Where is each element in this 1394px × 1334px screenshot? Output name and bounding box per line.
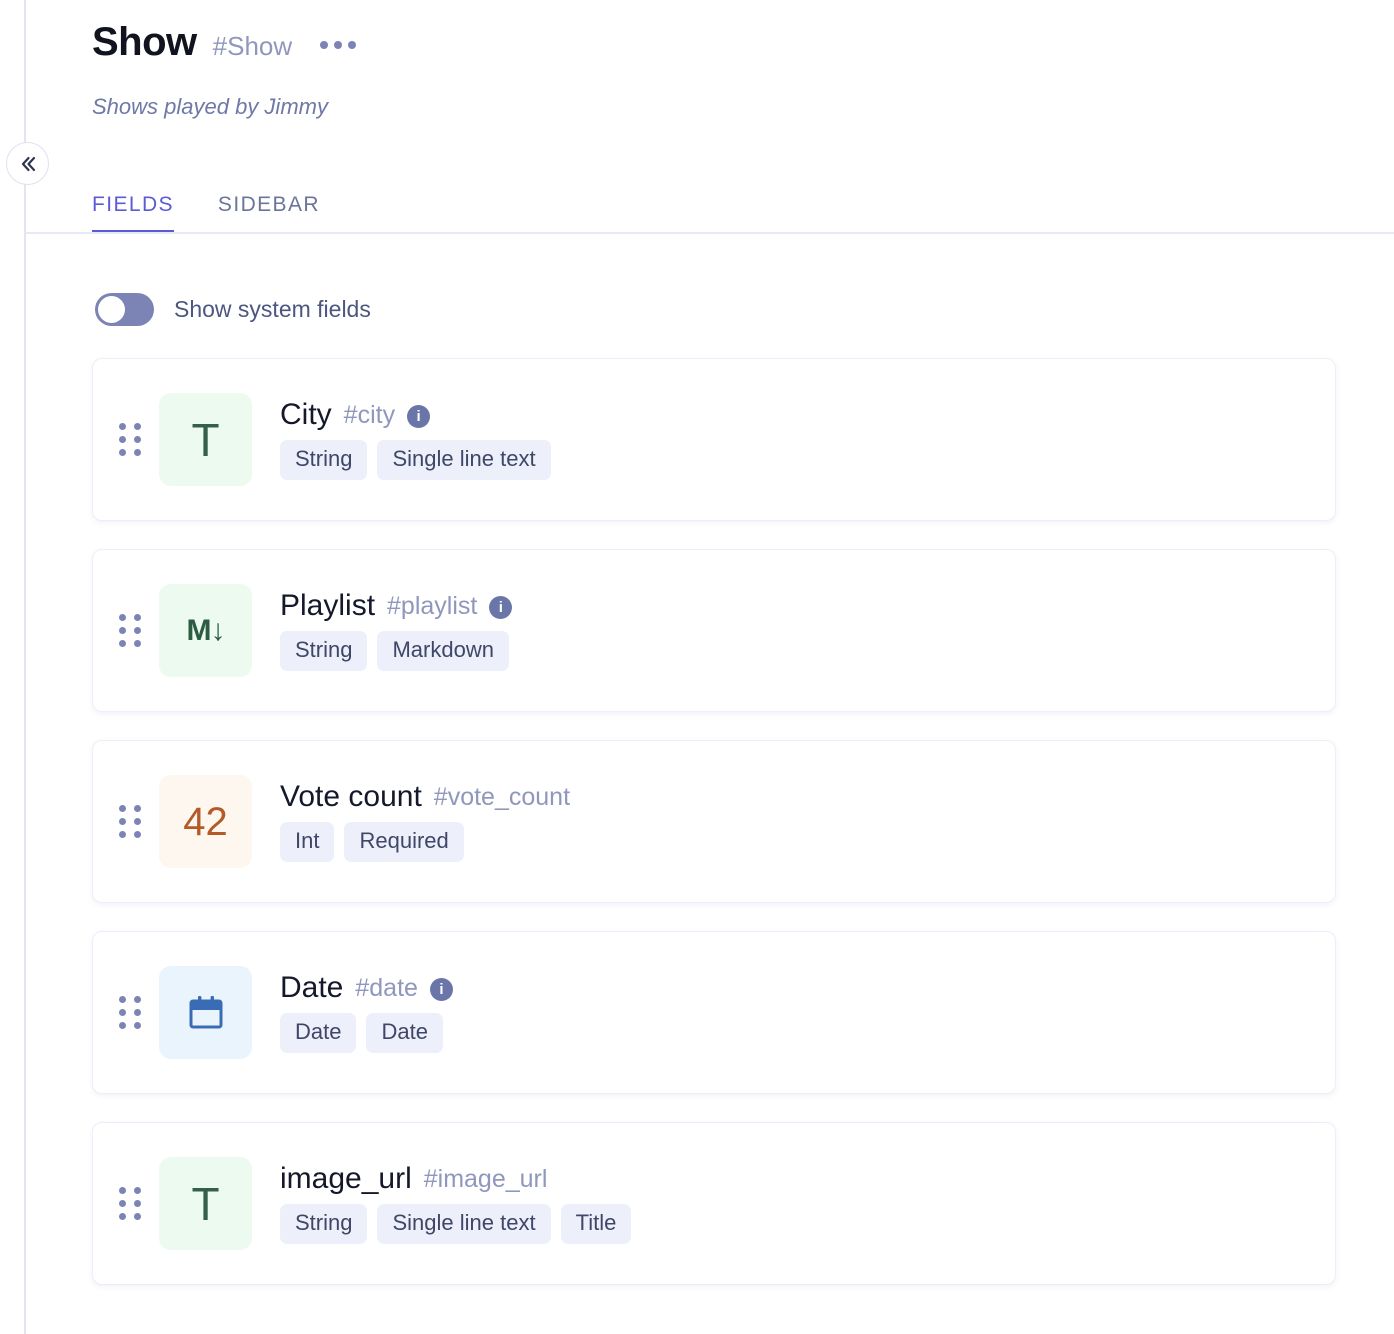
drag-handle[interactable] [113,805,147,838]
field-chips: String Single line text Title [280,1204,631,1244]
field-chip: Int [280,822,334,862]
field-name-row: Date #date i [280,972,453,1004]
field-chips: String Markdown [280,631,512,671]
drag-handle[interactable] [113,614,147,647]
show-system-fields-row: Show system fields [95,293,371,326]
more-options-button[interactable] [320,41,356,49]
field-name-row: Vote count #vote_count [280,781,570,813]
field-body: image_url #image_url String Single line … [280,1163,631,1244]
tile-glyph: M↓ [187,616,225,646]
field-slug: #city [344,402,395,428]
drag-handle[interactable] [113,1187,147,1220]
field-card-date[interactable]: Date #date i Date Date [92,931,1336,1094]
field-card-image-url[interactable]: T image_url #image_url String Single lin… [92,1122,1336,1285]
drag-handle-icon [119,423,141,456]
field-name-row: image_url #image_url [280,1163,631,1195]
field-body: Vote count #vote_count Int Required [280,781,570,862]
field-chip: Single line text [377,1204,550,1244]
field-chip: Required [344,822,463,862]
field-name-row: Playlist #playlist i [280,590,512,622]
field-chip: Single line text [377,440,550,480]
field-name: Playlist [280,590,375,622]
field-chips: Int Required [280,822,570,862]
drag-handle-icon [119,805,141,838]
panel-divider [24,0,26,1334]
tab-sidebar[interactable]: SIDEBAR [218,193,320,234]
tile-glyph: 42 [183,802,228,842]
text-glyph-icon: T [159,393,252,486]
calendar-icon [159,966,252,1059]
title-row: Show #Show [92,0,1394,78]
field-name: Vote count [280,781,422,813]
page-slug: #Show [213,33,293,59]
drag-handle-icon [119,1187,141,1220]
field-body: Playlist #playlist i String Markdown [280,590,512,671]
info-icon[interactable]: i [430,978,453,1001]
field-slug: #vote_count [434,784,570,810]
field-chip: Markdown [377,631,508,671]
field-chip: Date [366,1013,442,1053]
drag-handle-icon [119,614,141,647]
dot-1 [320,41,328,49]
dot-2 [334,41,342,49]
field-name: Date [280,972,343,1004]
info-icon[interactable]: i [407,405,430,428]
drag-handle[interactable] [113,996,147,1029]
field-chip: String [280,1204,367,1244]
field-card-playlist[interactable]: M↓ Playlist #playlist i String Markdown [92,549,1336,712]
info-icon[interactable]: i [489,596,512,619]
field-chips: Date Date [280,1013,453,1053]
text-glyph-icon: T [159,1157,252,1250]
calendar-glyph [185,992,227,1034]
page-title: Show [92,22,197,62]
field-chip: String [280,440,367,480]
page-header: Show #Show Shows played by Jimmy [92,0,1394,118]
dot-3 [348,41,356,49]
field-chip: Date [280,1013,356,1053]
tile-glyph: T [191,1181,219,1227]
markdown-icon: M↓ [159,584,252,677]
tab-bar-rule [25,232,1394,234]
show-system-fields-label: Show system fields [174,296,371,323]
toggle-knob [98,296,125,323]
chevron-double-left-icon [17,153,39,175]
drag-handle-icon [119,996,141,1029]
show-system-fields-toggle[interactable] [95,293,154,326]
field-card-vote-count[interactable]: 42 Vote count #vote_count Int Required [92,740,1336,903]
field-list: T City #city i String Single line text [92,358,1336,1313]
fields-editor-page: Show #Show Shows played by Jimmy FIELDS … [0,0,1394,1334]
field-slug: #date [355,975,418,1001]
field-body: Date #date i Date Date [280,972,453,1053]
field-name: City [280,399,332,431]
drag-handle[interactable] [113,423,147,456]
field-name: image_url [280,1163,412,1195]
collapse-panel-button[interactable] [6,142,49,185]
page-subtitle: Shows played by Jimmy [92,96,1394,118]
field-chip: Title [561,1204,632,1244]
field-card-city[interactable]: T City #city i String Single line text [92,358,1336,521]
tile-glyph: T [191,417,219,463]
field-body: City #city i String Single line text [280,399,551,480]
tab-fields[interactable]: FIELDS [92,193,174,234]
field-slug: #image_url [424,1166,548,1192]
field-slug: #playlist [387,593,477,619]
tab-bar: FIELDS SIDEBAR [92,172,1394,234]
field-name-row: City #city i [280,399,551,431]
field-chips: String Single line text [280,440,551,480]
number-icon: 42 [159,775,252,868]
field-chip: String [280,631,367,671]
